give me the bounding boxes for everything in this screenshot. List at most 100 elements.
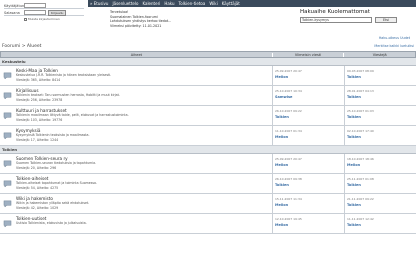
forum-row[interactable]: Wiki ja hakemisto Wikin ja hakemiston yll… [0, 194, 416, 214]
activity-user[interactable]: Tolkien [347, 95, 414, 99]
last-post-date: 26.10.2007 09:22 [275, 109, 302, 113]
activity-date: 09.03.2007 08:09 [347, 69, 374, 73]
activity-date: 02.10.2007 17:40 [347, 129, 374, 133]
password-input[interactable] [24, 10, 46, 15]
search-title: Hakuaihe Kuolemattomat [300, 9, 370, 15]
activity-user[interactable]: Tolkien [347, 115, 414, 119]
last-post-user[interactable]: Mellon [275, 203, 342, 207]
forum-icon [0, 154, 14, 173]
activity-date: 18.10.2007 18:46 [347, 157, 374, 161]
forum-desc: Uutisia Tolkienista, elokuvista ja julka… [16, 221, 87, 225]
nav-item-search[interactable]: Haku [164, 1, 174, 6]
last-post-date: 11.10.2007 01:34 [275, 129, 302, 133]
forum-icon [0, 66, 14, 85]
last-post: 26.10.2007 09:38 Tolkien [272, 174, 344, 193]
last-post-date: 25.10.2007 10:34 [275, 89, 302, 93]
password-label: Salasana [4, 10, 20, 15]
mark-read-link[interactable]: Merkitse kaikki luetuiksi [374, 44, 414, 49]
remember-checkbox[interactable] [24, 17, 27, 21]
last-post: 11.10.2007 01:34 Mellon [272, 126, 344, 145]
last-post-user[interactable]: Samwise [275, 95, 342, 99]
last-post-user[interactable]: Mellon [275, 163, 342, 167]
last-post-date: 15.11.2007 11:34 [275, 197, 302, 201]
activity-date: 25.11.2007 01:08 [347, 177, 374, 181]
activity-user[interactable]: Tolkien [347, 135, 414, 139]
login-button[interactable]: Kirjaudu [48, 9, 67, 16]
latest-activity: 21.11.2007 09:22 Tolkien [344, 194, 416, 213]
forum-icon [0, 214, 14, 233]
nav-item-home[interactable]: » Etusivu [90, 1, 108, 6]
last-post: 25.09.2007 20:47 Mellon [272, 66, 344, 85]
last-post-date: 25.09.2007 20:47 [275, 69, 302, 73]
nav-item-wiki[interactable]: Wiki [209, 1, 217, 6]
last-post-user[interactable]: Mellon [275, 75, 342, 79]
last-post-user[interactable]: Tolkien [275, 183, 342, 187]
category-header[interactable]: Keskustelu [0, 58, 416, 66]
forum-row[interactable]: Kirjallisuus Tolkienin teokset: Taru sorm… [0, 86, 416, 106]
forum-row[interactable]: Tolkien-uutiset Uutisia Tolkienista, elok… [0, 214, 416, 234]
forum-icon [0, 106, 14, 125]
nav-item-users[interactable]: Käyttäjät [222, 1, 240, 6]
activity-date: 21.11.2007 09:22 [347, 197, 374, 201]
forum-stats: Viestejä: 42, Aiheita: 1029 [16, 205, 59, 210]
search-box: Hakuaihe Kuolemattomat Tolkien-kysymys E… [300, 9, 412, 29]
last-post: 25.09.2007 20:47 Mellon [272, 154, 344, 173]
last-post: 12.10.2007 19:45 Mellon [272, 214, 344, 233]
forum-icon [0, 86, 14, 105]
activity-date: 25.10.2007 01:03 [347, 109, 374, 113]
last-post: 25.10.2007 10:34 Samwise [272, 86, 344, 105]
category-header[interactable]: Tolkien [0, 146, 416, 154]
nav-item-calendar[interactable]: Kalenteri [142, 1, 160, 6]
remember-label: Muista kirjautuminen [28, 17, 60, 21]
latest-activity: 28.01.2007 04:13 Tolkien [344, 86, 416, 105]
search-select[interactable]: Tolkien-kysymys [300, 17, 372, 23]
table-header: Aiheet Viimeisin viesti Viestejä [0, 51, 416, 58]
last-post-user[interactable]: Mellon [275, 135, 342, 139]
forum-row[interactable]: Keski-Maa ja Tolkien Keskustelua J.R.R. T… [0, 66, 416, 86]
search-go-button[interactable]: Etsi [375, 17, 397, 23]
activity-user[interactable]: Tolkien [347, 223, 414, 227]
activity-date: 11.11.2007 12:42 [347, 217, 374, 221]
last-post-date: 25.09.2007 20:47 [275, 157, 302, 161]
last-post-user[interactable]: Mellon [275, 223, 342, 227]
forum-row[interactable]: Tolkien-aiheiset Tolkien-aiheiset tapahtu… [0, 174, 416, 194]
activity-date: 28.01.2007 04:13 [347, 89, 374, 93]
activity-user[interactable]: Mellon [347, 163, 414, 167]
forum-stats: Viestejä: 365, Aiheita: 8414 [16, 77, 61, 82]
last-post: 15.11.2007 11:34 Mellon [272, 194, 344, 213]
activity-user[interactable]: Tolkien [347, 75, 414, 79]
forum-stats: Viestejä: 256, Aiheita: 23978 [16, 97, 63, 102]
login-form: Käyttäjätunnus Salasana Kirjaudu Muista k… [4, 3, 84, 36]
forum-stats: Viestejä: 54, Aiheita: 4275 [16, 185, 59, 190]
latest-activity: 25.11.2007 01:08 Tolkien [344, 174, 416, 193]
latest-activity: 09.03.2007 08:09 Tolkien [344, 66, 416, 85]
activity-user[interactable]: Tolkien [347, 183, 414, 187]
forum-row[interactable]: Suomen Tolkien-seura ry Suomen Tolkien-se… [0, 154, 416, 174]
nav-item-members[interactable]: Jäsenluettelo [112, 1, 138, 6]
last-post: 26.10.2007 09:22 Tolkien [272, 106, 344, 125]
header: Käyttäjätunnus Salasana Kirjaudu Muista k… [0, 0, 416, 40]
last-post-user[interactable]: Tolkien [275, 115, 342, 119]
forum-row[interactable]: Kulttuuri ja harrastukset Tolkienin maail… [0, 106, 416, 126]
forum-row[interactable]: Kysymyksiä Kysymyksiä Tolkienin teoksista… [0, 126, 416, 146]
col-posts: Viestejä [343, 52, 415, 57]
forum-stats: Viestejä: 17, Aiheita: 1244 [16, 137, 59, 142]
navbar: » Etusivu Jäsenluettelo Kalenteri Haku T… [88, 0, 416, 7]
latest-activity: 02.10.2007 17:40 Tolkien [344, 126, 416, 145]
last-post-date: 12.10.2007 19:45 [275, 217, 302, 221]
activity-user[interactable]: Tolkien [347, 203, 414, 207]
nav-item-info[interactable]: Tolkien-tietoa [179, 1, 206, 6]
latest-activity: 11.11.2007 12:42 Tolkien [344, 214, 416, 233]
latest-activity: 25.10.2007 01:03 Tolkien [344, 106, 416, 125]
forum-stats: Viestejä: 103, Aiheita: 19776 [16, 117, 63, 122]
col-forum: Aiheet [130, 52, 142, 57]
forum-icon [0, 194, 14, 213]
header-links[interactable]: Haku-oikeus Uudet [379, 36, 410, 40]
col-last: Viimeisin viesti [271, 52, 344, 57]
last-post-date: 26.10.2007 09:38 [275, 177, 302, 181]
latest-activity: 18.10.2007 18:46 Mellon [344, 154, 416, 173]
forum-list: Foorumi > Alueet Merkitse kaikki luetuik… [0, 42, 416, 234]
username-input[interactable] [24, 3, 46, 8]
breadcrumb[interactable]: Foorumi > Alueet [2, 44, 41, 49]
forum-stats: Viestejä: 20, Aiheita: 296 [16, 165, 57, 170]
